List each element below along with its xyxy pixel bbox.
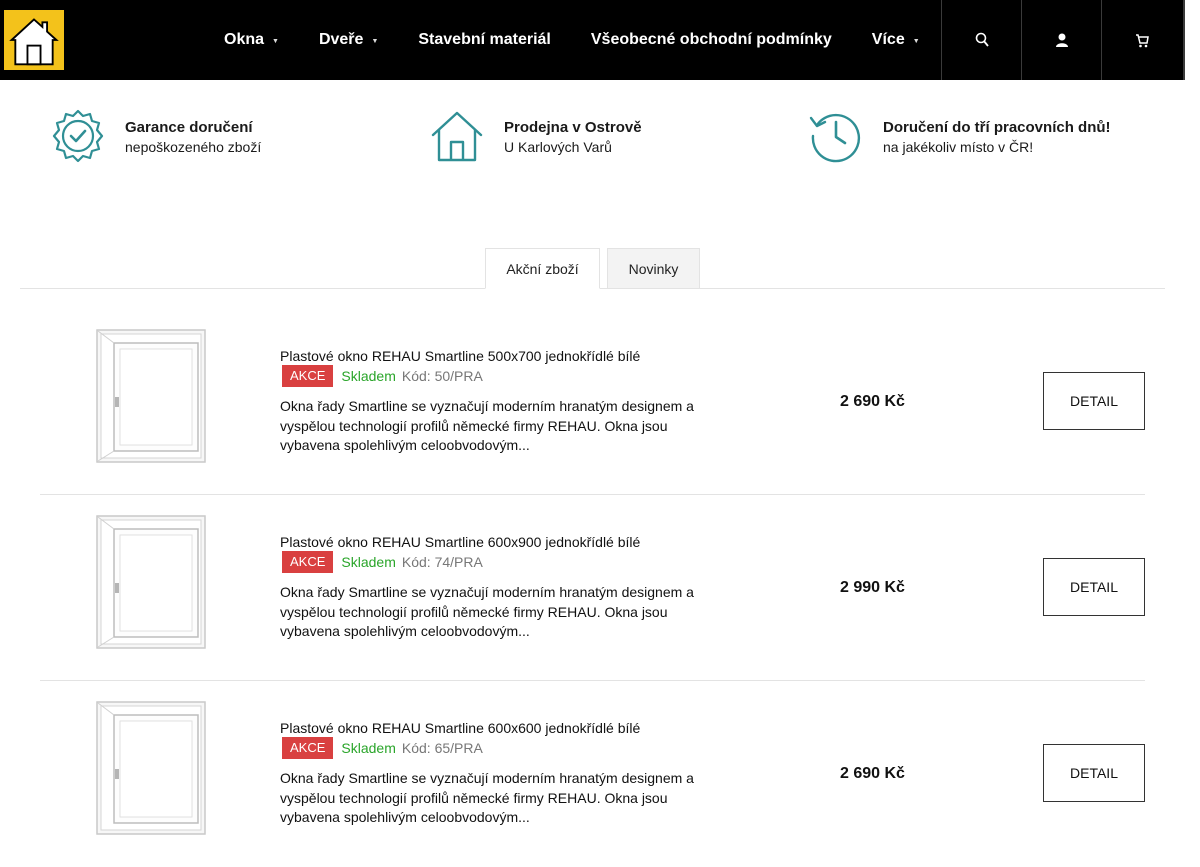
product-price: 2 690 Kč <box>840 393 905 410</box>
benefit-delivery-guarantee: Garance doručení nepoškozeného zboží <box>50 108 261 164</box>
product-row: Plastové okno REHAU Smartline 600x900 je… <box>40 495 1145 681</box>
stock-status: Skladem <box>341 368 396 384</box>
benefit-subtitle: na jakékoliv místo v ČR! <box>883 139 1034 155</box>
chevron-down-icon: ▼ <box>371 38 379 45</box>
benefit-subtitle: U Karlových Varů <box>504 139 612 155</box>
benefit-title: Prodejna v Ostrově <box>504 119 642 136</box>
nav-item-dvere[interactable]: Dveře ▼ <box>299 0 398 80</box>
product-description: Okna řady Smartline se vyznačují moderní… <box>280 770 694 825</box>
detail-button[interactable]: DETAIL <box>1043 372 1145 430</box>
cart-icon <box>1135 34 1149 48</box>
window-product-image <box>96 701 206 835</box>
site-header: Okna ▼ Dveře ▼ Stavební materiál Všeobec… <box>0 0 1185 80</box>
product-name-link[interactable]: Plastové okno REHAU Smartline 600x600 je… <box>280 720 640 736</box>
window-product-image <box>96 329 206 463</box>
product-name-link[interactable]: Plastové okno REHAU Smartline 500x700 je… <box>280 348 640 364</box>
product-image[interactable] <box>96 701 206 835</box>
history-clock-icon <box>809 113 861 163</box>
house-icon <box>431 111 483 162</box>
product-image[interactable] <box>96 329 206 463</box>
account-button[interactable] <box>1021 0 1101 80</box>
sale-badge: AKCE <box>282 551 334 573</box>
house-logo-icon <box>6 12 62 68</box>
product-price: 2 990 Kč <box>840 579 905 596</box>
benefit-store: Prodejna v Ostrově U Karlových Varů <box>429 108 642 164</box>
header-divider <box>1183 0 1185 80</box>
product-description: Okna řady Smartline se vyznačují moderní… <box>280 584 694 639</box>
product-description: Okna řady Smartline se vyznačují moderní… <box>280 398 694 453</box>
nav-item-vice[interactable]: Více ▼ <box>852 0 940 80</box>
benefit-title: Doručení do tří pracovních dnů! <box>883 119 1111 136</box>
site-logo[interactable] <box>4 10 64 70</box>
cart-button[interactable] <box>1101 0 1181 80</box>
benefit-subtitle: nepoškozeného zboží <box>125 139 262 155</box>
product-price: 2 690 Kč <box>840 765 905 782</box>
benefit-title: Garance doručení <box>125 119 253 136</box>
chevron-down-icon: ▼ <box>912 38 920 45</box>
product-image[interactable] <box>96 515 206 649</box>
product-meta: AKCE Skladem Kód: 50/PRA <box>282 365 483 387</box>
user-icon <box>1055 33 1068 47</box>
product-name-link[interactable]: Plastové okno REHAU Smartline 600x900 je… <box>280 534 640 550</box>
main-nav: Okna ▼ Dveře ▼ Stavební materiál Všeobec… <box>204 0 940 80</box>
chevron-down-icon: ▼ <box>272 38 279 45</box>
nav-item-okna[interactable]: Okna ▼ <box>204 0 299 80</box>
stock-status: Skladem <box>341 554 396 570</box>
product-meta: AKCE Skladem Kód: 65/PRA <box>282 737 483 759</box>
sale-badge: AKCE <box>282 365 334 387</box>
product-row: Plastové okno REHAU Smartline 600x600 je… <box>40 681 1145 867</box>
window-product-image <box>96 515 206 649</box>
detail-button[interactable]: DETAIL <box>1043 558 1145 616</box>
badge-check-icon <box>52 109 104 163</box>
product-row: Plastové okno REHAU Smartline 500x700 je… <box>40 309 1145 495</box>
product-code: Kód: 74/PRA <box>401 554 483 570</box>
stock-status: Skladem <box>341 740 396 756</box>
product-meta: AKCE Skladem Kód: 74/PRA <box>282 551 483 573</box>
product-code: Kód: 65/PRA <box>401 740 483 756</box>
search-icon <box>975 32 989 47</box>
tab-novinky[interactable]: Novinky <box>607 248 700 289</box>
nav-item-obchodni-podminky[interactable]: Všeobecné obchodní podmínky <box>571 0 852 80</box>
detail-button[interactable]: DETAIL <box>1043 744 1145 802</box>
nav-item-stavebni-material[interactable]: Stavební materiál <box>398 0 571 80</box>
benefit-fast-delivery: Doručení do tří pracovních dnů! na jakék… <box>808 108 1111 164</box>
search-button[interactable] <box>941 0 1021 80</box>
tab-akcni-zbozi[interactable]: Akční zboží <box>485 248 600 289</box>
product-code: Kód: 50/PRA <box>401 368 483 384</box>
sale-badge: AKCE <box>282 737 334 759</box>
